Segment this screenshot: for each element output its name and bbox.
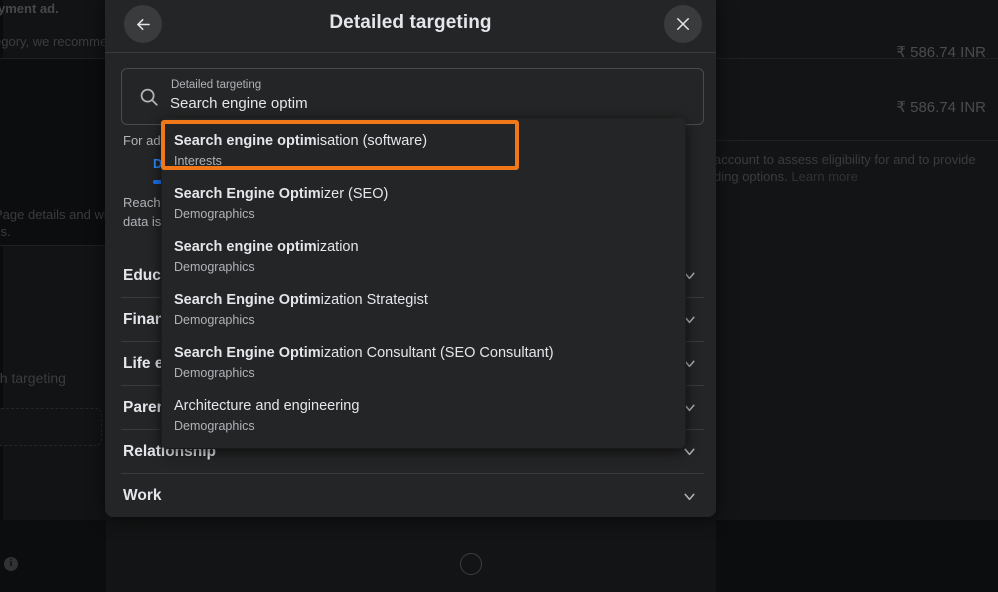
background-dashed-box [0, 408, 102, 446]
suggestions-dropdown: Search engine optimisation (software) In… [162, 119, 685, 448]
suggestion-rest: izer (SEO) [320, 186, 389, 202]
background-text: account to assess eligibility for and to… [714, 152, 976, 167]
suggestion-item[interactable]: Search Engine Optimization Consultant (S… [162, 336, 685, 389]
suggestion-type: Demographics [174, 207, 255, 221]
page-title: Detailed targeting [329, 12, 492, 33]
background-text-fragment: ding options. [714, 169, 788, 184]
suggestion-type: Demographics [174, 313, 255, 327]
suggestion-rest: ization Strategist [320, 292, 428, 308]
suggestion-match: Search engine optim [174, 239, 317, 255]
suggestion-match: Search Engine Optim [174, 292, 321, 308]
suggestion-name: Search engine optimisation (software) [174, 131, 671, 151]
detailed-targeting-search-field[interactable]: Detailed targeting [121, 68, 704, 125]
suggestion-type: Demographics [174, 260, 255, 274]
chevron-down-icon [681, 488, 698, 505]
suggestion-type: Interests [174, 154, 222, 168]
background-amount: ₹ 586.74 INR [896, 99, 986, 116]
search-field-label: Detailed targeting [171, 79, 262, 91]
modal-header: Detailed targeting [105, 0, 716, 53]
background-amount: ₹ 586.74 INR [896, 44, 986, 61]
suggestion-name: Search Engine Optimizer (SEO) [174, 184, 671, 204]
search-icon [138, 86, 160, 108]
suggestion-rest: ization [316, 239, 359, 255]
suggestion-rest: Architecture and engineering [174, 398, 360, 414]
suggestion-item[interactable]: Search engine optimisation (software) In… [162, 124, 685, 177]
background-panel [0, 520, 106, 592]
learn-more-link[interactable]: Learn more [791, 169, 857, 184]
background-panel [716, 520, 998, 592]
search-input[interactable] [170, 95, 690, 112]
suggestion-item[interactable]: Search engine optimization Demographics [162, 230, 685, 283]
category-label: Work [123, 487, 162, 504]
info-icon: i [4, 557, 18, 571]
suggestion-name: Search Engine Optimization Consultant (S… [174, 343, 671, 363]
suggestion-match: Search Engine Optim [174, 345, 321, 361]
suggestion-match: Search engine optim [174, 133, 317, 149]
background-divider [716, 140, 998, 141]
suggestion-match: Search Engine Optim [174, 186, 321, 202]
category-row-work[interactable]: Work [121, 474, 704, 517]
close-button[interactable] [664, 5, 702, 43]
suggestion-item[interactable]: Architecture and engineering Demographic… [162, 389, 685, 442]
suggestion-rest: isation (software) [316, 133, 428, 149]
suggestion-name: Search engine optimization [174, 237, 671, 257]
background-text: egory, we recomme [0, 34, 108, 49]
suggestion-item[interactable]: Search Engine Optimization Strategist De… [162, 283, 685, 336]
suggestion-type: Demographics [174, 366, 255, 380]
suggestion-type: Demographics [174, 419, 255, 433]
suggestion-item[interactable]: Search Engine Optimizer (SEO) Demographi… [162, 177, 685, 230]
background-text: ding options. Learn more [714, 168, 858, 185]
background-radio-icon [460, 553, 482, 575]
close-icon [674, 15, 692, 33]
screen: i yment ad. egory, we recomme Page detai… [0, 0, 998, 592]
background-divider [0, 245, 106, 246]
suggestion-name: Architecture and engineering [174, 396, 671, 416]
background-text: ss. [0, 224, 11, 239]
background-text: gh targeting [0, 370, 66, 386]
background-text: yment ad. [0, 1, 59, 16]
suggestion-rest: ization Consultant (SEO Consultant) [320, 345, 554, 361]
background-text: Page details and wil [0, 207, 110, 222]
suggestion-name: Search Engine Optimization Strategist [174, 290, 671, 310]
